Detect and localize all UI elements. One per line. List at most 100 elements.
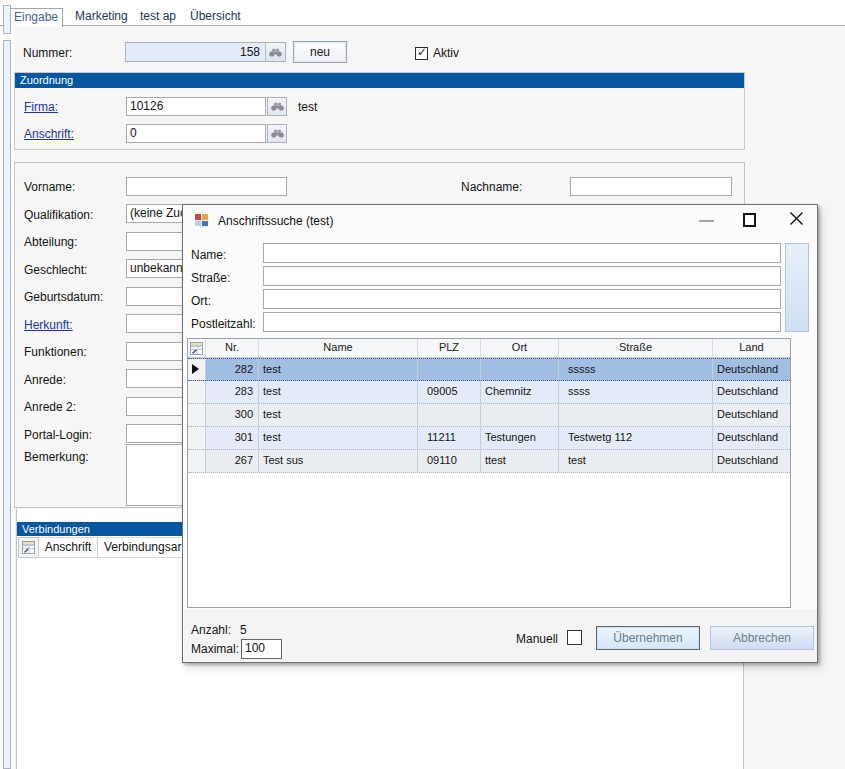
cell-nr: 282 [206, 359, 259, 380]
row-marker-cell [188, 404, 206, 426]
check-icon: ✓ [417, 45, 427, 59]
tab-marketing[interactable]: Marketing [75, 9, 128, 23]
geschlecht-label: Geschlecht: [24, 263, 87, 277]
grid-header-row: Nr. Name PLZ Ort Straße Land [188, 339, 790, 358]
tab-test-ap[interactable]: test ap [140, 9, 176, 23]
maximize-icon[interactable] [743, 213, 756, 227]
grid-icon [22, 541, 35, 554]
grid-col-plz[interactable]: PLZ [418, 339, 481, 357]
row-marker-cell [188, 450, 206, 472]
cell-name: test [259, 404, 418, 426]
cell-ort [481, 404, 559, 426]
funktionen-label: Funktionen: [24, 345, 87, 359]
grid-col-land[interactable]: Land [713, 339, 790, 357]
cell-strasse: sssss [559, 359, 713, 380]
name-input[interactable] [263, 243, 781, 263]
cell-strasse: ssss [559, 381, 713, 403]
postleitzahl-label: Postleitzahl: [191, 317, 256, 331]
cell-strasse: test [559, 450, 713, 472]
neu-button[interactable]: neu [293, 41, 347, 63]
vorname-label: Vorname: [24, 180, 75, 194]
anrede-label: Anrede: [24, 373, 66, 387]
fields-scrollbar[interactable] [785, 243, 809, 332]
cell-plz: 09110 [418, 450, 481, 472]
anrede2-label: Anrede 2: [24, 400, 76, 414]
cell-name: Test sus [259, 450, 418, 472]
vorname-input[interactable] [126, 177, 287, 196]
firma-link[interactable]: Firma: [24, 100, 58, 114]
firma-search-button[interactable] [267, 97, 287, 116]
name-label: Name: [191, 248, 226, 262]
portal-login-label: Portal-Login: [24, 428, 92, 442]
grid-col-ort[interactable]: Ort [481, 339, 559, 357]
cell-nr: 300 [206, 404, 259, 426]
postleitzahl-input[interactable] [263, 312, 781, 332]
cell-ort: ttest [481, 450, 559, 472]
nachname-input[interactable] [570, 177, 732, 196]
abteilung-label: Abteilung: [24, 235, 77, 249]
binoculars-icon [269, 48, 282, 57]
maximal-label: Maximal: [191, 642, 239, 656]
cell-land: Deutschland [713, 404, 790, 426]
herkunft-link[interactable]: Herkunft: [24, 318, 73, 332]
cell-land: Deutschland [713, 381, 790, 403]
nummer-field[interactable]: 158 [125, 42, 286, 62]
anzahl-value: 5 [240, 623, 247, 637]
dialog-form-icon [194, 212, 210, 228]
aktiv-label: Aktiv [433, 46, 459, 60]
uebernehmen-button[interactable]: Übernehmen [596, 626, 700, 650]
firma-input[interactable]: 10126 [126, 97, 266, 116]
zuordnung-panel: Zuordnung Firma: 10126 test Anschrift: 0 [14, 72, 745, 150]
close-icon[interactable] [789, 211, 804, 226]
tab-eingabe[interactable]: Eingabe [9, 8, 63, 27]
nummer-search-button[interactable] [265, 43, 285, 61]
bemerkung-label: Bemerkung: [24, 450, 89, 464]
cell-name: test [259, 381, 418, 403]
manuell-label: Manuell [516, 632, 558, 646]
grid-row[interactable]: 283 test 09005 Chemnitz ssss Deutschland [188, 381, 790, 404]
grid-row[interactable]: 301 test 11211 Testungen Testwetg 112 De… [188, 427, 790, 450]
grid-icon [190, 342, 203, 355]
grid-corner-cell[interactable] [188, 339, 206, 357]
zuordnung-header: Zuordnung [15, 73, 744, 88]
minimize-icon[interactable] [699, 220, 714, 222]
strasse-input[interactable] [263, 266, 781, 286]
maximal-input[interactable]: 100 [241, 639, 282, 659]
ort-input[interactable] [263, 289, 781, 309]
row-marker-cell [188, 359, 206, 380]
cell-nr: 283 [206, 381, 259, 403]
abbrechen-button[interactable]: Abbrechen [710, 626, 814, 650]
grid-row[interactable]: 267 Test sus 09110 ttest test Deutschlan… [188, 450, 790, 473]
cell-ort: Chemnitz [481, 381, 559, 403]
nummer-label: Nummer: [23, 46, 72, 60]
manuell-checkbox[interactable] [567, 630, 582, 645]
cell-nr: 301 [206, 427, 259, 449]
grid-row-selected[interactable]: 282 test sssss Deutschland [188, 358, 790, 381]
grid-col-strasse[interactable]: Straße [559, 339, 713, 357]
verbindungen-col-verbindungsart[interactable]: Verbindungsart [98, 537, 183, 558]
dock-handle-top[interactable] [3, 5, 11, 34]
grid-col-name[interactable]: Name [259, 339, 418, 357]
dock-handle-main[interactable] [3, 40, 11, 769]
nummer-value: 158 [126, 43, 260, 61]
verbindungen-grid-header: Anschrift Verbindungsart [18, 537, 183, 558]
cell-name: test [259, 359, 418, 380]
verbindungen-col-anschrift[interactable]: Anschrift [39, 537, 98, 558]
cell-ort [481, 359, 559, 380]
grid-row[interactable]: 300 test Deutschland [188, 404, 790, 427]
anschrift-link[interactable]: Anschrift: [24, 127, 74, 141]
tab-uebersicht[interactable]: Übersicht [190, 9, 241, 23]
cell-land: Deutschland [713, 427, 790, 449]
binoculars-icon [271, 102, 284, 111]
anschrift-input[interactable]: 0 [126, 124, 266, 143]
aktiv-checkbox[interactable]: ✓ [415, 47, 428, 60]
tab-strip: Marketing test ap Übersicht [0, 0, 845, 26]
cell-nr: 267 [206, 450, 259, 472]
grid-col-nr[interactable]: Nr. [206, 339, 259, 357]
anschrift-search-button[interactable] [267, 124, 287, 143]
strasse-label: Straße: [191, 271, 230, 285]
nachname-label: Nachname: [461, 180, 522, 194]
cell-strasse [559, 404, 713, 426]
cell-plz [418, 359, 481, 380]
verbindungen-grid-corner[interactable] [18, 537, 39, 558]
